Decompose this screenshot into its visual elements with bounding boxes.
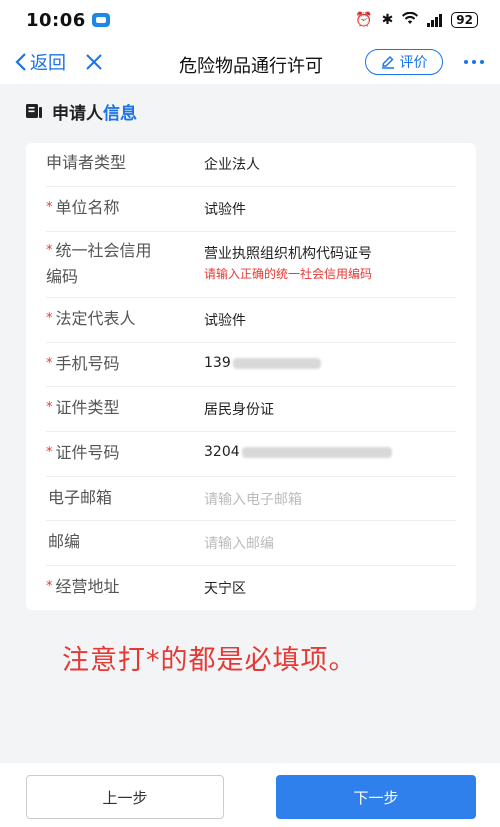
next-step-button[interactable]: 下一步 xyxy=(276,775,476,819)
field-label: * 法定代表人 xyxy=(46,309,136,328)
required-mark: * xyxy=(46,400,53,415)
redacted-digits xyxy=(232,357,321,369)
back-button[interactable]: 返回 xyxy=(14,49,66,75)
redacted-digits xyxy=(241,446,392,458)
status-time: 10:06 xyxy=(26,9,86,31)
field-label: * 手机号码 xyxy=(46,354,120,373)
form-row-legal-rep[interactable]: * 法定代表人 试验件 xyxy=(46,298,456,343)
address-input[interactable]: 天宁区 xyxy=(204,578,246,598)
field-label: * 统一社会信用 编码 xyxy=(46,241,152,286)
form-row-phone[interactable]: * 手机号码 139 xyxy=(46,343,456,387)
legal-rep-input[interactable]: 试验件 xyxy=(204,310,246,330)
applicant-form: 申请者类型 企业法人 * 单位名称 试验件 * 统一社会信用 编码 营业执照组织机构代… xyxy=(26,143,476,610)
email-input[interactable]: 请输入电子邮箱 xyxy=(204,489,302,509)
more-dot-icon xyxy=(480,60,484,64)
form-row-applicant-type[interactable]: 申请者类型 企业法人 xyxy=(46,143,456,187)
credit-code-input[interactable]: 营业执照组织机构代码证号 xyxy=(204,243,372,263)
required-mark: * xyxy=(46,243,53,258)
close-icon xyxy=(86,54,102,70)
more-menu-button[interactable] xyxy=(464,60,484,64)
applicant-type-value: 企业法人 xyxy=(204,157,260,173)
section-title-accent: 信息 xyxy=(103,103,137,124)
id-number-input[interactable]: 3204 xyxy=(204,444,392,460)
section-title: 申请人 xyxy=(52,103,103,124)
required-mark: * xyxy=(46,200,53,215)
nav-bar: 返回 危险物品通行许可 评价 xyxy=(0,40,500,84)
required-mark: * xyxy=(46,356,53,371)
field-label: 电子邮箱 xyxy=(48,488,113,507)
field-label: 申请者类型 xyxy=(46,153,127,172)
more-dot-icon xyxy=(464,60,468,64)
pencil-icon xyxy=(381,56,394,69)
wifi-icon xyxy=(402,11,419,29)
signal-icon xyxy=(427,13,443,27)
rate-button[interactable]: 评价 xyxy=(365,49,443,75)
required-mark: * xyxy=(46,445,53,460)
field-label: 邮编 xyxy=(48,532,81,551)
chevron-left-icon xyxy=(15,53,26,71)
close-button[interactable] xyxy=(84,52,104,72)
phone-input[interactable]: 139 xyxy=(204,355,321,371)
previous-step-button[interactable]: 上一步 xyxy=(26,775,224,819)
alarm-icon: ⏰ xyxy=(355,12,373,28)
field-label: * 单位名称 xyxy=(46,198,120,217)
form-row-email[interactable]: 电子邮箱 请输入电子邮箱 xyxy=(46,477,456,521)
field-label: * 证件类型 xyxy=(46,398,120,417)
rate-label: 评价 xyxy=(399,55,428,71)
form-row-id-number[interactable]: * 证件号码 3204 xyxy=(46,432,456,477)
status-bar: 10:06 ⏰ ✱ 92 xyxy=(0,0,500,40)
required-mark: * xyxy=(46,311,53,326)
unit-name-input[interactable]: 试验件 xyxy=(204,199,246,219)
chat-notification-icon xyxy=(91,13,110,27)
more-dot-icon xyxy=(472,60,476,64)
form-row-postcode[interactable]: 邮编 请输入邮编 xyxy=(46,521,456,566)
form-row-credit-code[interactable]: * 统一社会信用 编码 营业执照组织机构代码证号 请输入正确的统一社会信用编码 xyxy=(46,232,456,298)
bluetooth-icon: ✱ xyxy=(381,12,394,28)
document-icon xyxy=(26,104,42,118)
form-row-id-type[interactable]: * 证件类型 居民身份证 xyxy=(46,387,456,432)
form-row-address[interactable]: * 经营地址 天宁区 xyxy=(46,566,456,610)
postcode-input[interactable]: 请输入邮编 xyxy=(204,533,274,553)
form-row-unit-name[interactable]: * 单位名称 试验件 xyxy=(46,187,456,232)
battery-icon: 92 xyxy=(451,12,478,28)
id-type-select[interactable]: 居民身份证 xyxy=(204,399,274,419)
required-fields-note: 注意打*的都是必填项。 xyxy=(62,645,357,676)
required-mark: * xyxy=(46,579,53,594)
section-header: 申请人 信息 xyxy=(0,88,500,134)
back-label: 返回 xyxy=(30,53,66,74)
credit-code-error: 请输入正确的统一社会信用编码 xyxy=(204,267,373,281)
field-label: * 经营地址 xyxy=(46,577,120,596)
field-label: * 证件号码 xyxy=(46,443,120,462)
